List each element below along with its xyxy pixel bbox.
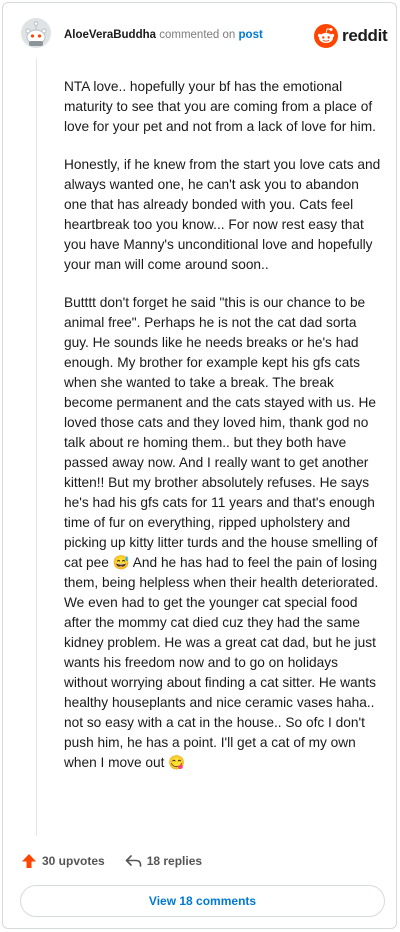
user-avatar-icon[interactable]	[21, 18, 51, 48]
upvote-button[interactable]: 30 upvotes	[21, 853, 105, 869]
comment-footer: 30 upvotes 18 replies	[21, 851, 202, 871]
reply-count: 18 replies	[146, 854, 203, 868]
upvote-arrow-icon	[22, 854, 36, 868]
upvote-count: 30 upvotes	[42, 854, 105, 868]
brand-wordmark: reddit	[342, 26, 388, 45]
username-link[interactable]: AloeVeraBuddha	[64, 29, 156, 41]
comment-body: NTA love.. hopefully your bf has the emo…	[64, 77, 382, 791]
reddit-brand[interactable]: reddit	[314, 23, 388, 49]
view-comments-button[interactable]: View 18 comments	[20, 885, 385, 917]
reddit-logo-icon	[314, 24, 338, 48]
comment-paragraph: NTA love.. hopefully your bf has the emo…	[64, 79, 376, 134]
comment-header: AloeVeraBuddha commented on post	[64, 29, 263, 41]
comment-paragraph: Honestly, if he knew from the start you …	[64, 157, 381, 272]
post-link[interactable]: post	[239, 29, 263, 41]
reply-arrow-icon	[125, 855, 142, 867]
comment-paragraph: Butttt don't forget he said "this is our…	[64, 295, 379, 770]
comment-card: AloeVeraBuddha commented on post reddit …	[2, 2, 397, 929]
thread-line[interactable]	[36, 58, 37, 836]
commented-on-label: commented on	[159, 29, 236, 41]
replies-button[interactable]: 18 replies	[125, 854, 202, 868]
